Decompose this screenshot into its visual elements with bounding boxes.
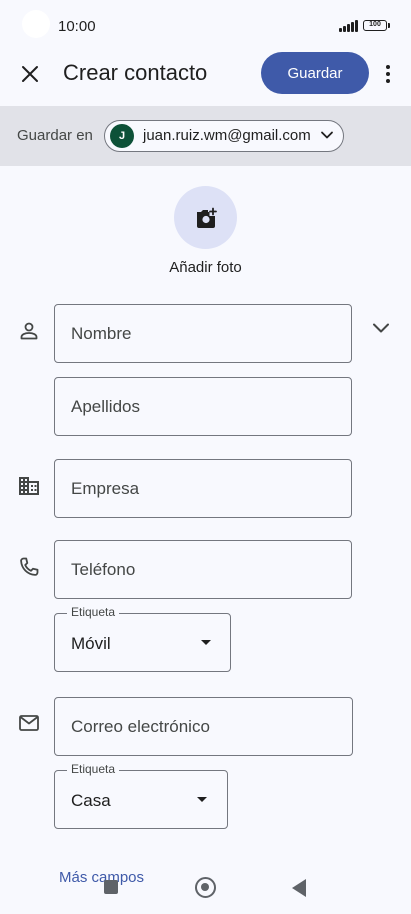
mail-icon (19, 715, 39, 731)
recents-button[interactable] (104, 880, 118, 894)
status-bar: 10:00 100 (0, 0, 411, 52)
add-photo-label[interactable]: Añadir foto (120, 259, 291, 276)
account-selector[interactable]: J juan.ruiz.wm@gmail.com (104, 120, 344, 152)
add-photo-button[interactable] (174, 186, 237, 249)
building-icon (19, 477, 39, 495)
signal-icon (339, 20, 359, 32)
email-label-select[interactable]: Etiqueta Casa (54, 762, 228, 829)
expand-name-chevron-icon[interactable] (369, 316, 393, 340)
phone-label-select[interactable]: Etiqueta Móvil (54, 605, 231, 672)
email-label-title: Etiqueta (67, 762, 120, 776)
save-in-label: Guardar en (17, 127, 93, 144)
home-button[interactable] (195, 877, 216, 898)
status-time: 10:00 (58, 18, 96, 35)
dropdown-arrow-icon (197, 797, 207, 802)
phone-field[interactable]: Teléfono (54, 540, 352, 599)
phone-placeholder: Teléfono (71, 560, 136, 579)
page-title: Crear contacto (63, 60, 208, 85)
close-button[interactable] (14, 58, 46, 90)
phone-label-title: Etiqueta (67, 605, 120, 619)
last-name-field[interactable]: Apellidos (54, 377, 352, 436)
company-placeholder: Empresa (71, 479, 140, 498)
back-button[interactable] (292, 879, 306, 897)
avatar: J (110, 124, 134, 148)
last-name-placeholder: Apellidos (71, 397, 140, 416)
close-icon (22, 66, 38, 82)
email-field[interactable]: Correo electrónico (54, 697, 353, 756)
first-name-placeholder: Nombre (71, 324, 132, 343)
save-button[interactable]: Guardar (261, 52, 369, 94)
person-icon (20, 322, 38, 340)
company-field[interactable]: Empresa (54, 459, 352, 518)
dropdown-arrow-icon (201, 640, 211, 645)
first-name-field[interactable]: Nombre (54, 304, 352, 363)
battery-icon: 100 (363, 20, 387, 31)
more-options-button[interactable] (376, 60, 400, 88)
account-email: juan.ruiz.wm@gmail.com (143, 127, 311, 144)
camera-cutout (22, 10, 50, 38)
phone-icon (20, 557, 39, 576)
phone-label-value: Móvil (71, 634, 111, 653)
add-photo-icon (196, 207, 217, 228)
email-label-value: Casa (71, 791, 111, 810)
battery-tip (388, 23, 390, 28)
more-vert-icon (386, 65, 390, 69)
chevron-down-icon (321, 131, 333, 139)
more-fields-link[interactable]: Más campos (59, 869, 144, 886)
email-placeholder: Correo electrónico (71, 717, 210, 736)
